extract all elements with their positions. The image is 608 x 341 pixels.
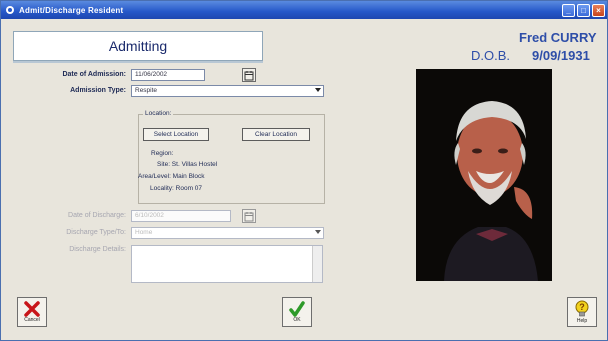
close-button[interactable]: × <box>592 3 605 17</box>
resident-name: Fred CURRY <box>519 30 597 45</box>
date-of-discharge-label: Date of Discharge: <box>68 212 126 219</box>
lightbulb-question-icon: ? <box>575 300 589 317</box>
discharge-type-value: Home <box>135 229 153 236</box>
clear-location-button[interactable]: Clear Location <box>242 128 310 141</box>
chevron-down-icon <box>314 229 322 235</box>
admission-type-value: Respite <box>135 87 158 94</box>
locality-value: Locality: Room 07 <box>150 185 203 192</box>
admission-calendar-button[interactable] <box>242 68 256 82</box>
admission-type-select[interactable]: Respite <box>131 85 324 97</box>
admission-type-label: Admission Type: <box>70 87 126 94</box>
details-scrollbar <box>312 246 322 282</box>
date-of-admission-label: Date of Admission: <box>62 71 126 78</box>
cancel-button[interactable]: Cancel <box>17 297 47 327</box>
calendar-icon <box>244 71 254 81</box>
discharge-type-select: Home <box>131 227 324 239</box>
minimize-button[interactable]: _ <box>562 3 575 17</box>
admit-discharge-window: Admit/Discharge Resident _ □ × Admitting… <box>0 0 608 341</box>
admission-date-field[interactable]: 11/06/2002 <box>131 69 205 81</box>
ok-button[interactable]: OK <box>282 297 312 327</box>
dob-value: 9/09/1931 <box>532 48 590 63</box>
resident-photo <box>416 69 552 281</box>
region-label: Region: <box>151 150 174 157</box>
discharge-date-field: 6/10/2002 <box>131 210 231 222</box>
discharge-details-textarea <box>131 245 323 283</box>
title-bar[interactable]: Admit/Discharge Resident _ □ × <box>1 1 607 19</box>
green-checkmark-icon <box>289 301 305 317</box>
site-value: Site: St. Villas Hostel <box>157 161 218 168</box>
discharge-details-label: Discharge Details: <box>69 246 126 253</box>
red-x-icon <box>24 301 40 317</box>
cancel-button-label: Cancel <box>24 317 40 323</box>
window-title: Admit/Discharge Resident <box>19 5 124 15</box>
calendar-icon <box>244 212 254 222</box>
help-button[interactable]: ? Help <box>567 297 597 327</box>
discharge-type-label: Discharge Type/To: <box>66 229 126 236</box>
resident-app-icon <box>6 6 14 14</box>
select-location-button[interactable]: Select Location <box>143 128 209 141</box>
chevron-down-icon <box>314 87 322 93</box>
tab-admitting[interactable]: Admitting <box>13 31 263 61</box>
area-level-value: Area/Level: Main Block <box>138 173 205 180</box>
dob-label: D.O.B. <box>471 48 511 63</box>
svg-text:?: ? <box>579 302 585 312</box>
discharge-calendar-button <box>242 209 256 223</box>
help-button-label: Help <box>576 318 588 324</box>
maximize-button[interactable]: □ <box>577 3 590 17</box>
ok-button-label: OK <box>293 317 301 323</box>
location-group-label: Location: <box>143 110 174 117</box>
resident-portrait-image <box>416 69 552 281</box>
